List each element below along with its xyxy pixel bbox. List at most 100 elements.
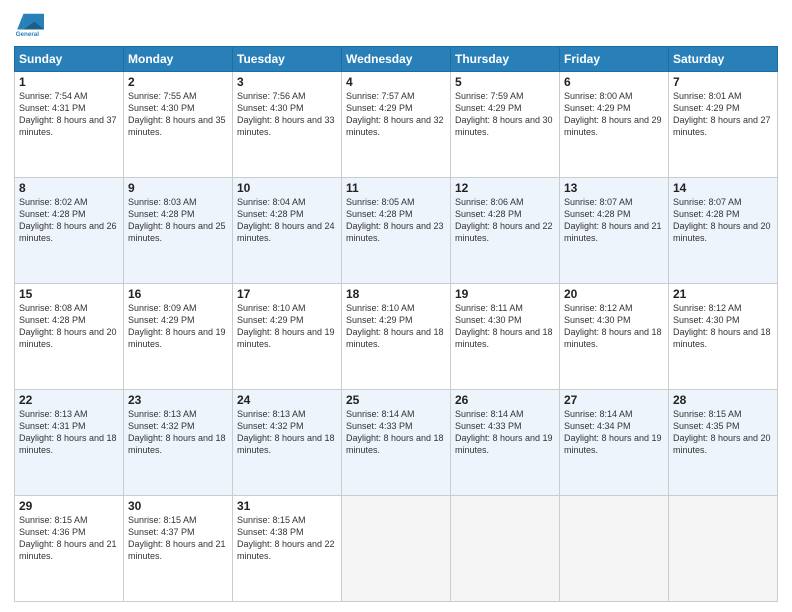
day-cell-1: 1Sunrise: 7:54 AMSunset: 4:31 PMDaylight… <box>15 72 124 178</box>
day-number: 22 <box>19 393 119 407</box>
week-row-3: 15Sunrise: 8:08 AMSunset: 4:28 PMDayligh… <box>15 284 778 390</box>
day-cell-13: 13Sunrise: 8:07 AMSunset: 4:28 PMDayligh… <box>560 178 669 284</box>
day-info: Sunrise: 8:04 AMSunset: 4:28 PMDaylight:… <box>237 196 337 245</box>
day-info: Sunrise: 7:55 AMSunset: 4:30 PMDaylight:… <box>128 90 228 139</box>
day-cell-25: 25Sunrise: 8:14 AMSunset: 4:33 PMDayligh… <box>342 390 451 496</box>
day-number: 28 <box>673 393 773 407</box>
page: General SundayMondayTuesdayWednesdayThur… <box>0 0 792 612</box>
header: General <box>14 10 778 38</box>
day-cell-16: 16Sunrise: 8:09 AMSunset: 4:29 PMDayligh… <box>124 284 233 390</box>
day-info: Sunrise: 8:05 AMSunset: 4:28 PMDaylight:… <box>346 196 446 245</box>
logo: General <box>14 10 48 38</box>
day-header-monday: Monday <box>124 47 233 72</box>
day-info: Sunrise: 8:10 AMSunset: 4:29 PMDaylight:… <box>346 302 446 351</box>
day-number: 15 <box>19 287 119 301</box>
day-cell-26: 26Sunrise: 8:14 AMSunset: 4:33 PMDayligh… <box>451 390 560 496</box>
day-number: 25 <box>346 393 446 407</box>
day-info: Sunrise: 8:02 AMSunset: 4:28 PMDaylight:… <box>19 196 119 245</box>
svg-text:General: General <box>16 31 40 38</box>
day-number: 26 <box>455 393 555 407</box>
day-cell-6: 6Sunrise: 8:00 AMSunset: 4:29 PMDaylight… <box>560 72 669 178</box>
day-cell-9: 9Sunrise: 8:03 AMSunset: 4:28 PMDaylight… <box>124 178 233 284</box>
day-number: 12 <box>455 181 555 195</box>
day-number: 2 <box>128 75 228 89</box>
day-info: Sunrise: 8:07 AMSunset: 4:28 PMDaylight:… <box>564 196 664 245</box>
day-number: 5 <box>455 75 555 89</box>
day-number: 30 <box>128 499 228 513</box>
week-row-5: 29Sunrise: 8:15 AMSunset: 4:36 PMDayligh… <box>15 496 778 602</box>
day-info: Sunrise: 8:11 AMSunset: 4:30 PMDaylight:… <box>455 302 555 351</box>
day-number: 23 <box>128 393 228 407</box>
week-row-4: 22Sunrise: 8:13 AMSunset: 4:31 PMDayligh… <box>15 390 778 496</box>
day-number: 14 <box>673 181 773 195</box>
day-info: Sunrise: 7:57 AMSunset: 4:29 PMDaylight:… <box>346 90 446 139</box>
day-info: Sunrise: 8:00 AMSunset: 4:29 PMDaylight:… <box>564 90 664 139</box>
day-info: Sunrise: 8:12 AMSunset: 4:30 PMDaylight:… <box>564 302 664 351</box>
empty-cell <box>669 496 778 602</box>
calendar-table: SundayMondayTuesdayWednesdayThursdayFrid… <box>14 46 778 602</box>
day-info: Sunrise: 8:13 AMSunset: 4:31 PMDaylight:… <box>19 408 119 457</box>
day-info: Sunrise: 8:15 AMSunset: 4:38 PMDaylight:… <box>237 514 337 563</box>
day-number: 3 <box>237 75 337 89</box>
day-info: Sunrise: 8:12 AMSunset: 4:30 PMDaylight:… <box>673 302 773 351</box>
day-header-saturday: Saturday <box>669 47 778 72</box>
day-number: 20 <box>564 287 664 301</box>
day-cell-17: 17Sunrise: 8:10 AMSunset: 4:29 PMDayligh… <box>233 284 342 390</box>
day-header-friday: Friday <box>560 47 669 72</box>
day-info: Sunrise: 8:07 AMSunset: 4:28 PMDaylight:… <box>673 196 773 245</box>
day-cell-4: 4Sunrise: 7:57 AMSunset: 4:29 PMDaylight… <box>342 72 451 178</box>
day-cell-14: 14Sunrise: 8:07 AMSunset: 4:28 PMDayligh… <box>669 178 778 284</box>
day-cell-10: 10Sunrise: 8:04 AMSunset: 4:28 PMDayligh… <box>233 178 342 284</box>
day-cell-30: 30Sunrise: 8:15 AMSunset: 4:37 PMDayligh… <box>124 496 233 602</box>
day-cell-2: 2Sunrise: 7:55 AMSunset: 4:30 PMDaylight… <box>124 72 233 178</box>
day-info: Sunrise: 7:59 AMSunset: 4:29 PMDaylight:… <box>455 90 555 139</box>
week-row-2: 8Sunrise: 8:02 AMSunset: 4:28 PMDaylight… <box>15 178 778 284</box>
day-cell-12: 12Sunrise: 8:06 AMSunset: 4:28 PMDayligh… <box>451 178 560 284</box>
day-cell-21: 21Sunrise: 8:12 AMSunset: 4:30 PMDayligh… <box>669 284 778 390</box>
day-number: 18 <box>346 287 446 301</box>
day-info: Sunrise: 7:54 AMSunset: 4:31 PMDaylight:… <box>19 90 119 139</box>
day-number: 7 <box>673 75 773 89</box>
day-number: 16 <box>128 287 228 301</box>
day-header-thursday: Thursday <box>451 47 560 72</box>
day-cell-3: 3Sunrise: 7:56 AMSunset: 4:30 PMDaylight… <box>233 72 342 178</box>
day-number: 31 <box>237 499 337 513</box>
day-number: 11 <box>346 181 446 195</box>
day-info: Sunrise: 8:15 AMSunset: 4:37 PMDaylight:… <box>128 514 228 563</box>
empty-cell <box>342 496 451 602</box>
logo-icon: General <box>14 10 44 38</box>
day-header-tuesday: Tuesday <box>233 47 342 72</box>
day-number: 19 <box>455 287 555 301</box>
day-cell-5: 5Sunrise: 7:59 AMSunset: 4:29 PMDaylight… <box>451 72 560 178</box>
week-row-1: 1Sunrise: 7:54 AMSunset: 4:31 PMDaylight… <box>15 72 778 178</box>
day-cell-28: 28Sunrise: 8:15 AMSunset: 4:35 PMDayligh… <box>669 390 778 496</box>
day-cell-19: 19Sunrise: 8:11 AMSunset: 4:30 PMDayligh… <box>451 284 560 390</box>
day-info: Sunrise: 8:08 AMSunset: 4:28 PMDaylight:… <box>19 302 119 351</box>
day-cell-7: 7Sunrise: 8:01 AMSunset: 4:29 PMDaylight… <box>669 72 778 178</box>
day-info: Sunrise: 8:06 AMSunset: 4:28 PMDaylight:… <box>455 196 555 245</box>
day-cell-11: 11Sunrise: 8:05 AMSunset: 4:28 PMDayligh… <box>342 178 451 284</box>
day-cell-23: 23Sunrise: 8:13 AMSunset: 4:32 PMDayligh… <box>124 390 233 496</box>
day-info: Sunrise: 7:56 AMSunset: 4:30 PMDaylight:… <box>237 90 337 139</box>
day-info: Sunrise: 8:13 AMSunset: 4:32 PMDaylight:… <box>237 408 337 457</box>
day-info: Sunrise: 8:03 AMSunset: 4:28 PMDaylight:… <box>128 196 228 245</box>
day-number: 24 <box>237 393 337 407</box>
day-info: Sunrise: 8:14 AMSunset: 4:34 PMDaylight:… <box>564 408 664 457</box>
day-number: 21 <box>673 287 773 301</box>
empty-cell <box>451 496 560 602</box>
day-info: Sunrise: 8:15 AMSunset: 4:35 PMDaylight:… <box>673 408 773 457</box>
day-number: 8 <box>19 181 119 195</box>
day-number: 6 <box>564 75 664 89</box>
day-info: Sunrise: 8:15 AMSunset: 4:36 PMDaylight:… <box>19 514 119 563</box>
day-cell-22: 22Sunrise: 8:13 AMSunset: 4:31 PMDayligh… <box>15 390 124 496</box>
day-cell-18: 18Sunrise: 8:10 AMSunset: 4:29 PMDayligh… <box>342 284 451 390</box>
day-cell-31: 31Sunrise: 8:15 AMSunset: 4:38 PMDayligh… <box>233 496 342 602</box>
day-number: 13 <box>564 181 664 195</box>
day-info: Sunrise: 8:14 AMSunset: 4:33 PMDaylight:… <box>455 408 555 457</box>
day-number: 17 <box>237 287 337 301</box>
day-number: 29 <box>19 499 119 513</box>
day-number: 9 <box>128 181 228 195</box>
day-cell-20: 20Sunrise: 8:12 AMSunset: 4:30 PMDayligh… <box>560 284 669 390</box>
day-number: 1 <box>19 75 119 89</box>
day-info: Sunrise: 8:10 AMSunset: 4:29 PMDaylight:… <box>237 302 337 351</box>
